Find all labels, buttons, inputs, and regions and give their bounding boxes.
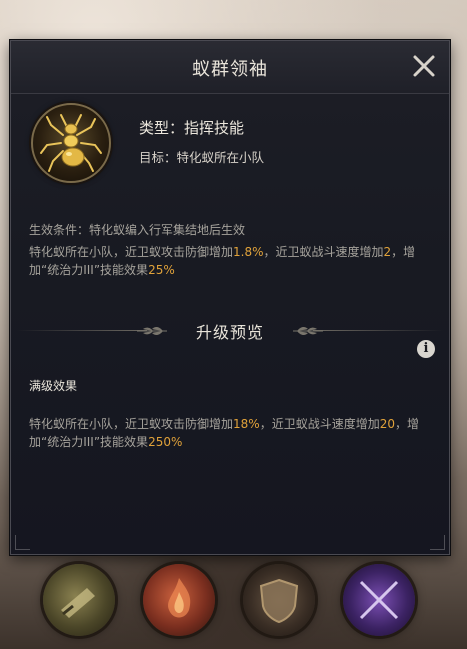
skill-type: 类型：指挥技能 (139, 119, 245, 137)
close-icon[interactable] (411, 53, 437, 79)
upgrade-preview-title: 升级预览 (195, 323, 264, 342)
skill-detail-dialog: 蚁群领袖 类型：指挥技能 目标：特化蚁所在小队 生效条件：特化蚁编入行军集结地后… (10, 40, 450, 555)
dialog-title: 蚁群领袖 (192, 59, 268, 80)
crossed-swords-skill-icon[interactable] (343, 564, 415, 636)
skill-target: 目标：特化蚁所在小队 (139, 150, 265, 165)
upgrade-divider: 升级预览 (11, 313, 449, 349)
effect-text-part: 特化蚁所在小队，近卫蚁攻击防御增加 (29, 245, 234, 259)
effect-value: 20 (379, 417, 395, 431)
shield-skill-icon[interactable] (243, 564, 315, 636)
frame-corner (15, 535, 30, 550)
laurel-ornament-icon (293, 326, 323, 336)
max-level-label: 满级效果 (29, 379, 78, 393)
effect-value: 250% (148, 435, 183, 449)
golden-ant-icon (31, 103, 111, 183)
effect-value: 25% (148, 263, 175, 277)
frame-corner (430, 535, 445, 550)
info-icon[interactable]: i (417, 340, 435, 358)
fire-skill-icon[interactable] (143, 564, 215, 636)
dialog-header: 蚁群领袖 (11, 41, 449, 94)
skill-tab-bar (0, 556, 467, 649)
effect-condition: 生效条件：特化蚁编入行军集结地后生效 (29, 223, 246, 237)
scroll-skill-icon[interactable] (43, 564, 115, 636)
effect-value: 1.8% (233, 245, 264, 259)
effect-text-part: 特化蚁所在小队，近卫蚁攻击防御增加 (29, 417, 234, 431)
effect-value: 18% (233, 417, 260, 431)
max-level-effect-text: 特化蚁所在小队，近卫蚁攻击防御增加18%，近卫蚁战斗速度增加20，增加“统治力I… (29, 415, 439, 451)
current-effect-text: 特化蚁所在小队，近卫蚁攻击防御增加1.8%，近卫蚁战斗速度增加2，增加“统治力I… (29, 243, 439, 279)
effect-text-part: ，近卫蚁战斗速度增加 (259, 417, 380, 431)
effect-text-part: ，近卫蚁战斗速度增加 (263, 245, 384, 259)
